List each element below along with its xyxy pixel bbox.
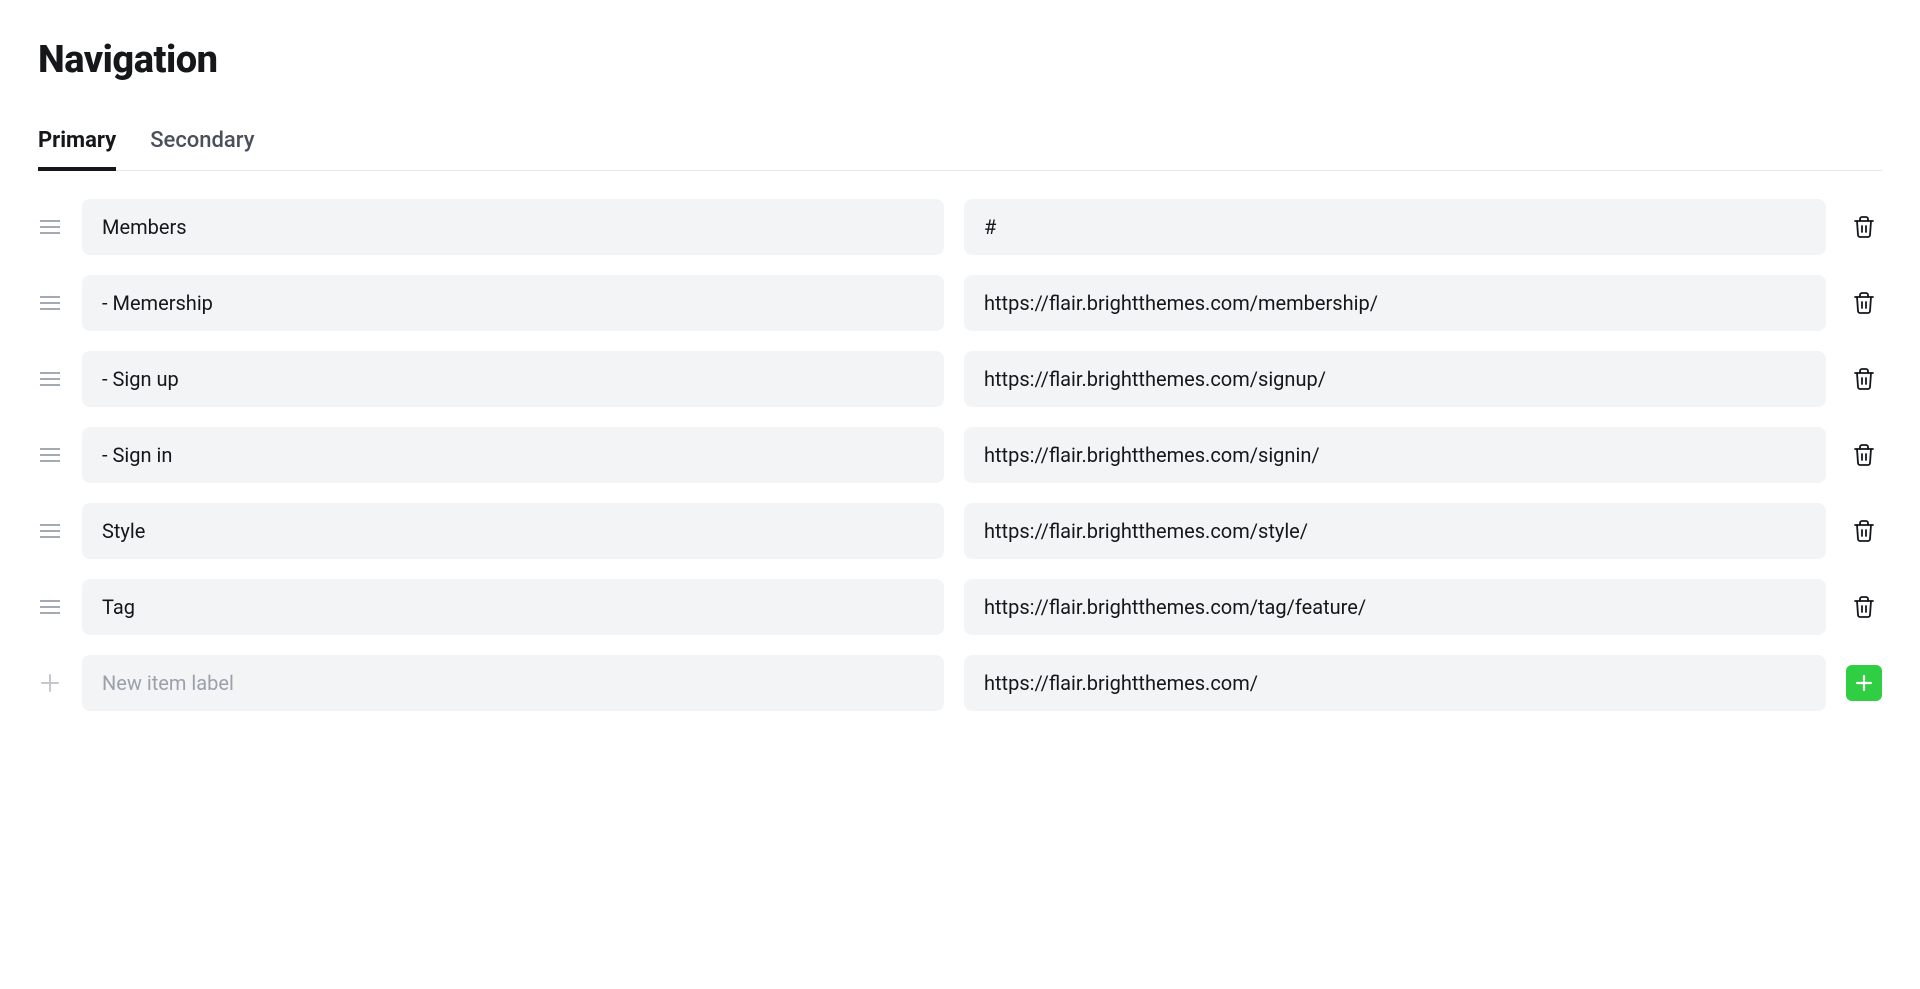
nav-row [38, 579, 1882, 635]
nav-rows [38, 199, 1882, 711]
plus-icon [38, 673, 62, 693]
nav-row [38, 427, 1882, 483]
delete-button[interactable] [1846, 361, 1882, 397]
trash-icon [1852, 215, 1876, 239]
nav-label-input[interactable] [82, 275, 944, 331]
delete-button[interactable] [1846, 513, 1882, 549]
nav-url-input[interactable] [964, 351, 1826, 407]
nav-url-input-new[interactable] [964, 655, 1826, 711]
trash-icon [1852, 367, 1876, 391]
trash-icon [1852, 519, 1876, 543]
nav-row-new [38, 655, 1882, 711]
page-title: Navigation [38, 38, 1882, 82]
nav-label-input[interactable] [82, 503, 944, 559]
nav-label-input[interactable] [82, 427, 944, 483]
nav-url-input[interactable] [964, 503, 1826, 559]
drag-handle-icon[interactable] [38, 296, 62, 310]
trash-icon [1852, 595, 1876, 619]
nav-row [38, 199, 1882, 255]
nav-label-input[interactable] [82, 351, 944, 407]
nav-url-input[interactable] [964, 427, 1826, 483]
nav-url-input[interactable] [964, 275, 1826, 331]
drag-handle-icon[interactable] [38, 600, 62, 614]
delete-button[interactable] [1846, 209, 1882, 245]
nav-row [38, 275, 1882, 331]
nav-row [38, 503, 1882, 559]
delete-button[interactable] [1846, 285, 1882, 321]
drag-handle-icon[interactable] [38, 448, 62, 462]
add-button[interactable] [1846, 665, 1882, 701]
tab-primary[interactable]: Primary [38, 128, 116, 171]
drag-handle-icon[interactable] [38, 524, 62, 538]
trash-icon [1852, 443, 1876, 467]
nav-label-input[interactable] [82, 199, 944, 255]
drag-handle-icon[interactable] [38, 372, 62, 386]
delete-button[interactable] [1846, 437, 1882, 473]
nav-url-input[interactable] [964, 199, 1826, 255]
nav-row [38, 351, 1882, 407]
trash-icon [1852, 291, 1876, 315]
nav-url-input[interactable] [964, 579, 1826, 635]
nav-label-input[interactable] [82, 579, 944, 635]
tab-secondary[interactable]: Secondary [150, 128, 254, 171]
plus-icon [1854, 673, 1874, 693]
delete-button[interactable] [1846, 589, 1882, 625]
drag-handle-icon[interactable] [38, 220, 62, 234]
nav-label-input-new[interactable] [82, 655, 944, 711]
tabs: Primary Secondary [38, 128, 1882, 171]
